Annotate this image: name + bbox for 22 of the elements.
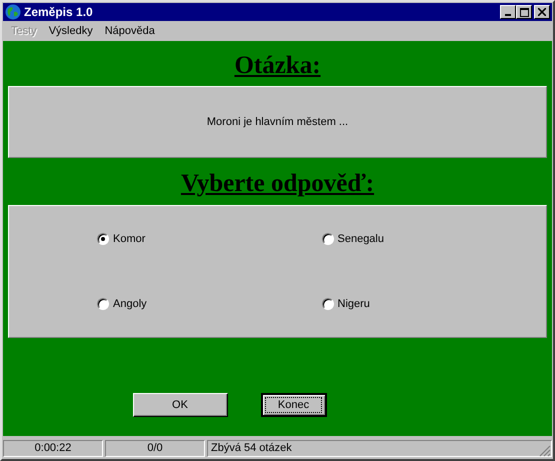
menu-item[interactable]: Výsledky bbox=[42, 24, 99, 36]
heading: Vyberte odpověď: bbox=[180, 169, 374, 198]
maximize-icon bbox=[520, 8, 528, 16]
window-title: Zeměpis 1.0 bbox=[24, 5, 93, 19]
menu-item[interactable]: Nápověda bbox=[98, 24, 161, 36]
status-field: 0:00:22 bbox=[3, 440, 103, 456]
heading: Otázka: bbox=[234, 51, 321, 80]
dialog-button[interactable]: Konec bbox=[260, 393, 326, 417]
close-icon bbox=[538, 8, 546, 16]
minimize-button[interactable] bbox=[500, 5, 516, 19]
status-field: 0/0 bbox=[105, 440, 205, 456]
resize-grip-icon[interactable] bbox=[539, 445, 551, 457]
maximize-button[interactable] bbox=[516, 5, 532, 19]
radio-option[interactable]: Nigeru bbox=[322, 298, 546, 310]
radio-option[interactable]: Senegalu bbox=[322, 232, 546, 245]
question-text: Moroni je hlavním městem ... bbox=[206, 116, 348, 128]
close-button[interactable] bbox=[534, 5, 550, 19]
status-field: Zbývá 54 otázek bbox=[207, 440, 552, 456]
dialog-button[interactable]: OK bbox=[132, 393, 228, 417]
radio-option[interactable]: Komor bbox=[97, 232, 322, 245]
radio-option[interactable]: Angoly bbox=[97, 298, 322, 310]
globe-icon bbox=[5, 4, 21, 20]
